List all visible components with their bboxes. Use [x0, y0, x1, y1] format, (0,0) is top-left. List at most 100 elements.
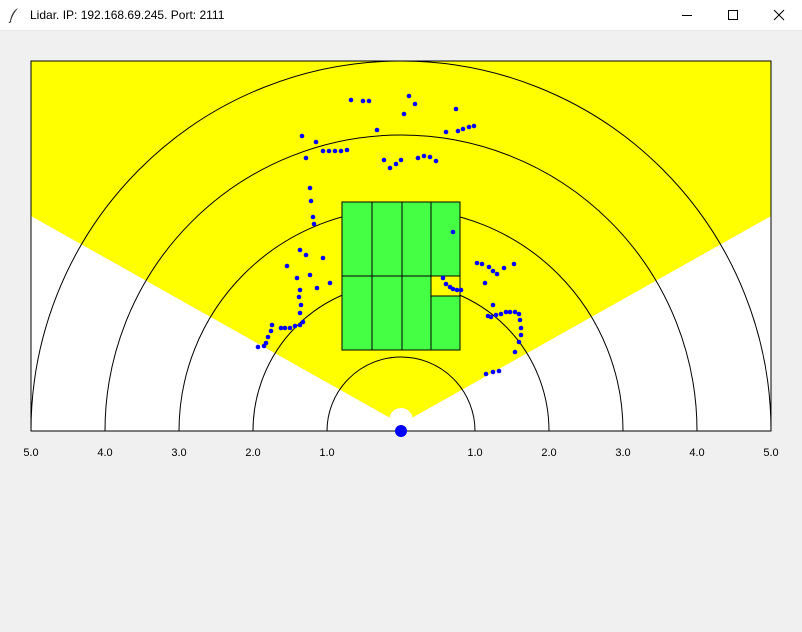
lidar-point — [310, 214, 316, 220]
lidar-point — [474, 260, 480, 266]
lidar-point — [297, 322, 303, 328]
lidar-point — [298, 302, 304, 308]
lidar-point — [483, 371, 489, 377]
lidar-point — [450, 229, 456, 235]
lidar-point — [518, 325, 524, 331]
lidar-point — [282, 325, 288, 331]
tick-left-2: 2.0 — [245, 447, 260, 459]
lidar-point — [308, 198, 314, 204]
lidar-point — [518, 332, 524, 338]
maximize-button[interactable] — [710, 0, 756, 30]
lidar-point — [494, 271, 500, 277]
lidar-point — [296, 294, 302, 300]
lidar-plot: 5.0 4.0 3.0 2.0 1.0 1.0 2.0 3.0 4.0 5.0 — [23, 60, 779, 459]
lidar-point — [366, 98, 372, 104]
lidar-point — [479, 261, 485, 267]
lidar-point — [458, 287, 464, 293]
lidar-point — [374, 127, 380, 133]
lidar-point — [297, 247, 303, 253]
close-button[interactable] — [756, 0, 802, 30]
lidar-point — [268, 328, 274, 334]
minimize-button[interactable] — [664, 0, 710, 30]
minimize-icon — [682, 15, 692, 16]
lidar-point — [412, 101, 418, 107]
lidar-point — [265, 334, 271, 340]
lidar-point — [303, 252, 309, 258]
lidar-point — [344, 147, 350, 153]
lidar-point — [490, 369, 496, 375]
lidar-point — [433, 158, 439, 164]
lidar-point — [488, 314, 494, 320]
lidar-point — [455, 128, 461, 134]
lidar-point — [454, 287, 460, 293]
lidar-point — [332, 148, 338, 154]
window-title: Lidar. IP: 192.168.69.245. Port: 2111 — [30, 8, 225, 22]
close-icon — [773, 9, 785, 21]
lidar-point — [393, 161, 399, 167]
lidar-point — [313, 139, 319, 145]
lidar-point — [490, 302, 496, 308]
lidar-point — [320, 255, 326, 261]
lidar-point — [320, 148, 326, 154]
tick-left-1: 1.0 — [319, 447, 334, 459]
lidar-point — [297, 287, 303, 293]
lidar-point — [490, 268, 496, 274]
lidar-point — [511, 261, 517, 267]
lidar-point — [421, 153, 427, 159]
title-bar: Lidar. IP: 192.168.69.245. Port: 2111 — [0, 0, 802, 31]
tick-right-1: 1.0 — [467, 447, 482, 459]
lidar-point — [512, 309, 518, 315]
lidar-point — [471, 123, 477, 129]
lidar-point — [278, 325, 284, 331]
tick-right-3: 3.0 — [615, 447, 630, 459]
lidar-point — [326, 148, 332, 154]
lidar-point — [443, 129, 449, 135]
lidar-point — [501, 265, 507, 271]
tick-right-5: 5.0 — [763, 447, 778, 459]
lidar-point — [398, 157, 404, 163]
lidar-point — [311, 221, 317, 227]
lidar-point — [498, 311, 504, 317]
lidar-point — [255, 344, 261, 350]
lidar-point — [299, 133, 305, 139]
lidar-point — [360, 98, 366, 104]
lidar-point — [307, 272, 313, 278]
lidar-point — [440, 275, 446, 281]
lidar-point — [466, 124, 472, 130]
lidar-point — [512, 349, 518, 355]
maximize-icon — [728, 10, 738, 20]
lidar-point — [516, 311, 522, 317]
lidar-point — [482, 280, 488, 286]
tick-right-2: 2.0 — [541, 447, 556, 459]
feather-icon — [8, 8, 18, 23]
lidar-point — [406, 93, 412, 99]
lidar-point — [453, 106, 459, 112]
lidar-point — [307, 185, 313, 191]
lidar-point — [381, 157, 387, 163]
lidar-point — [338, 148, 344, 154]
lidar-point — [503, 309, 509, 315]
tick-left-4: 4.0 — [97, 447, 112, 459]
lidar-point — [415, 155, 421, 161]
lidar-point — [294, 275, 300, 281]
lidar-point — [314, 285, 320, 291]
lidar-point — [443, 281, 449, 287]
lidar-point — [401, 111, 407, 117]
lidar-point — [348, 97, 354, 103]
lidar-point — [303, 155, 309, 161]
sensor-marker — [395, 425, 407, 437]
lidar-point — [292, 323, 298, 329]
lidar-point — [284, 263, 290, 269]
lidar-point — [516, 339, 522, 345]
lidar-point — [517, 317, 523, 323]
lidar-point — [496, 368, 502, 374]
lidar-point — [261, 343, 267, 349]
lidar-point — [427, 154, 433, 160]
lidar-point — [486, 264, 492, 270]
lidar-point — [327, 280, 333, 286]
lidar-point — [387, 165, 393, 171]
tick-right-4: 4.0 — [689, 447, 704, 459]
lidar-point — [269, 322, 275, 328]
tick-left-5: 5.0 — [23, 447, 38, 459]
axis-ticks: 5.0 4.0 3.0 2.0 1.0 1.0 2.0 3.0 4.0 5.0 — [23, 447, 778, 459]
